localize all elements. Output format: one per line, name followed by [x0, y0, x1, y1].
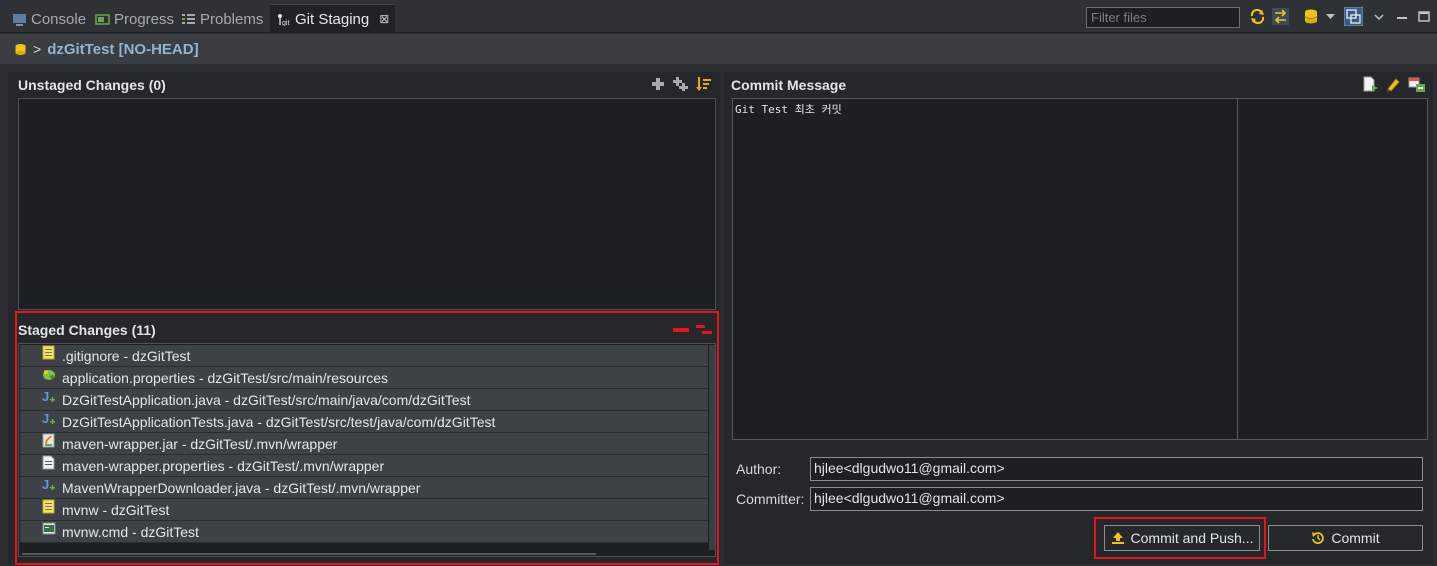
commit-button[interactable]: Commit — [1268, 525, 1423, 551]
stage-all-icon[interactable] — [672, 76, 688, 92]
commit-message-input[interactable]: Git Test 최초 커밋 — [732, 98, 1428, 440]
sign-off-icon[interactable] — [1385, 76, 1401, 92]
staged-changes-highlight — [15, 311, 719, 565]
commit-icon — [1312, 532, 1325, 544]
chevron-down-icon[interactable] — [1325, 8, 1336, 25]
commit-label: Commit — [1331, 530, 1380, 546]
tab-label: Progress — [114, 10, 175, 28]
unstaged-changes-title: Unstaged Changes (0) — [18, 77, 166, 93]
close-tab-icon[interactable]: ⊠ — [379, 12, 389, 26]
tab-problems[interactable]: Problems — [181, 6, 263, 32]
unstaged-files-list[interactable] — [18, 98, 716, 310]
view-tab-bar: Console Progress Problems git Git Stagin… — [0, 0, 1437, 33]
author-field[interactable]: hjlee<dlgudwo11@gmail.com> — [810, 457, 1423, 481]
maximize-icon[interactable] — [1418, 8, 1430, 25]
commit-message-title: Commit Message — [731, 77, 847, 93]
tab-label: Console — [31, 10, 87, 28]
svg-text:git: git — [282, 20, 289, 26]
committer-field[interactable]: hjlee<dlgudwo11@gmail.com> — [810, 487, 1423, 511]
minimize-icon[interactable] — [1396, 8, 1408, 25]
stage-selected-icon[interactable] — [650, 76, 666, 92]
repository-name[interactable]: dzGitTest [NO-HEAD] — [47, 41, 198, 58]
committer-label: Committer: — [736, 491, 805, 507]
tab-console[interactable]: Console — [12, 6, 86, 32]
git-icon: git — [278, 13, 289, 26]
tab-label: Git Staging — [295, 10, 370, 28]
problems-icon — [182, 13, 195, 24]
commit-message-text: Git Test 최초 커밋 — [735, 103, 842, 116]
commit-and-push-highlight — [1094, 517, 1266, 559]
repository-icon[interactable] — [1303, 8, 1320, 25]
compare-mode-icon[interactable] — [1272, 8, 1289, 25]
repository-icon — [15, 43, 26, 55]
amend-icon[interactable] — [1362, 76, 1378, 92]
breadcrumb-separator: > — [33, 41, 42, 57]
sort-icon[interactable] — [696, 76, 712, 92]
progress-icon — [95, 13, 110, 25]
breadcrumb: > dzGitTest [NO-HEAD] — [0, 34, 1437, 64]
tab-git-staging[interactable]: git Git Staging ⊠ — [270, 4, 396, 33]
tab-progress[interactable]: Progress — [95, 6, 174, 32]
commit-message-margin — [1237, 99, 1238, 439]
view-menu-icon[interactable] — [1373, 8, 1385, 25]
tab-label: Problems — [200, 10, 264, 28]
filter-files-input[interactable]: Filter files — [1086, 7, 1240, 28]
refresh-icon[interactable] — [1249, 8, 1266, 25]
console-icon — [13, 13, 26, 26]
change-id-icon[interactable] — [1408, 76, 1426, 92]
link-selection-icon[interactable] — [1344, 7, 1363, 26]
author-label: Author: — [736, 461, 782, 477]
